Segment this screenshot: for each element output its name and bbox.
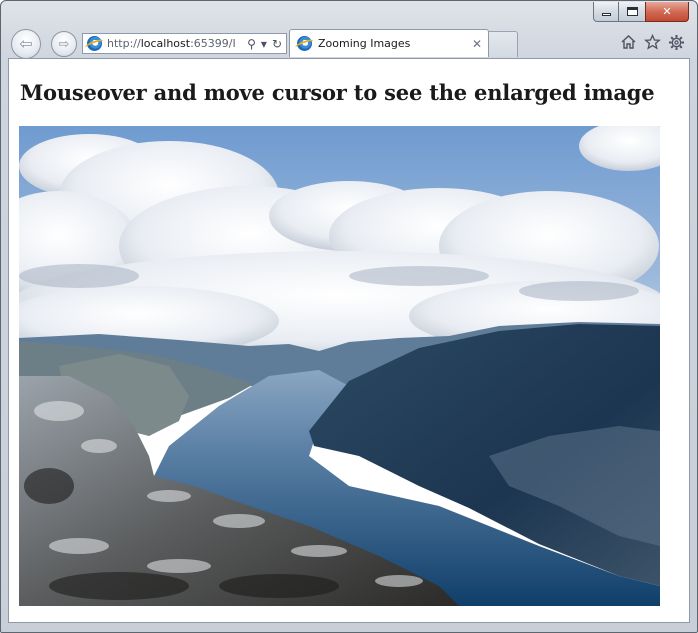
minimize-button[interactable]	[593, 2, 619, 22]
tab-title: Zooming Images	[318, 37, 411, 50]
tab-close-icon[interactable]: ✕	[472, 37, 482, 51]
url-host: localhost	[140, 37, 191, 50]
close-icon: ✕	[662, 5, 672, 18]
dropdown-icon[interactable]: ▾	[261, 37, 267, 51]
home-icon[interactable]	[619, 33, 637, 51]
address-tools: ⚲ ▾ ↻	[247, 37, 286, 51]
back-button[interactable]: ⇦	[11, 29, 41, 59]
ie-tab-icon	[297, 36, 312, 51]
page-content: Mouseover and move cursor to see the enl…	[8, 58, 690, 623]
refresh-icon[interactable]: ↻	[272, 37, 282, 51]
fjord-image[interactable]	[19, 126, 660, 606]
tab-zooming-images[interactable]: Zooming Images ✕	[289, 29, 489, 57]
maximize-button[interactable]	[619, 2, 645, 22]
url-rest: :65399/I	[190, 37, 236, 50]
ie-page-icon	[87, 36, 102, 51]
page-heading: Mouseover and move cursor to see the enl…	[20, 80, 655, 105]
browser-window: ✕ ⇦ ⇨ http://localhost:65399/I ⚲ ▾ ↻ Zoo…	[0, 0, 698, 633]
window-caption-buttons: ✕	[593, 2, 689, 22]
minimize-icon	[601, 13, 611, 16]
address-bar[interactable]: http://localhost:65399/I ⚲ ▾ ↻	[82, 33, 287, 54]
browser-toolbar-icons	[619, 33, 685, 51]
close-window-button[interactable]: ✕	[645, 2, 689, 22]
forward-arrow-icon: ⇨	[58, 36, 70, 52]
forward-button[interactable]: ⇨	[51, 31, 77, 57]
back-arrow-icon: ⇦	[19, 34, 33, 53]
new-tab-button[interactable]	[489, 31, 518, 57]
maximize-icon	[626, 7, 638, 16]
tools-gear-icon[interactable]	[667, 33, 685, 51]
favorites-star-icon[interactable]	[643, 33, 661, 51]
url-scheme: http://	[107, 37, 141, 50]
search-icon[interactable]: ⚲	[247, 37, 256, 51]
